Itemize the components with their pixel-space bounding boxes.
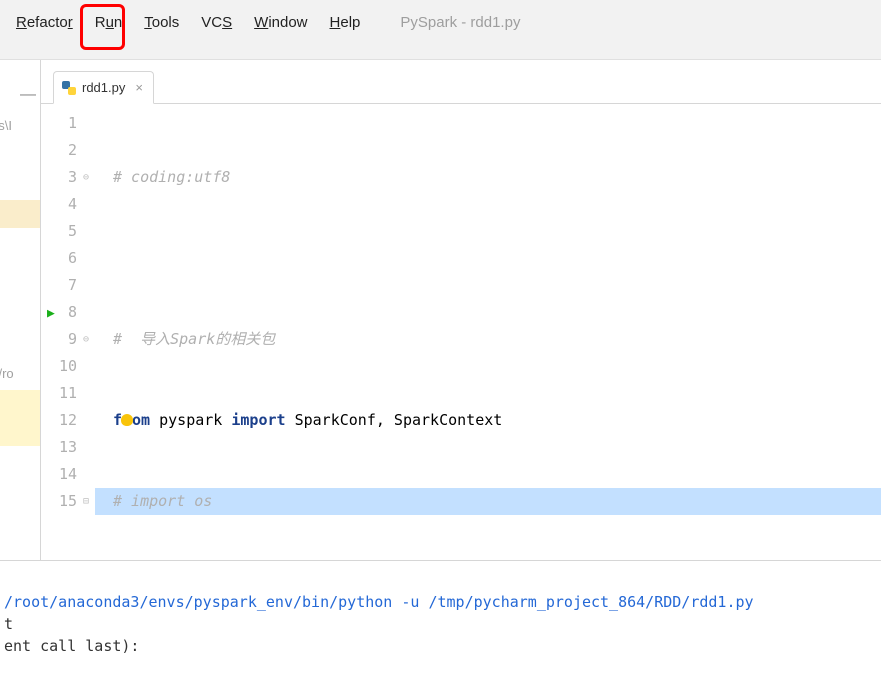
line-number: 7 [41,272,77,299]
app-title: PySpark - rdd1.py [400,8,520,31]
url-fragment: p://ro [0,366,14,381]
terminal-output: t [4,615,13,633]
tab-label: rdd1.py [82,80,125,95]
line-number: 10 [41,353,77,380]
line-number: 4 [41,191,77,218]
menu-bar: Refactor Run Tools VCS Window Help PySpa… [0,0,881,60]
code-line: ⊟# import os [95,488,881,515]
line-number: 6 [41,245,77,272]
tab-rdd1[interactable]: rdd1.py × [53,71,154,104]
terminal-command: /root/anaconda3/envs/pyspark_env/bin/pyt… [4,593,754,611]
fold-icon[interactable]: ⊖ [83,164,89,191]
line-number: 3 [41,164,77,191]
run-tool-window[interactable]: /root/anaconda3/envs/pyspark_env/bin/pyt… [0,560,881,665]
bookmark-marker [0,200,40,228]
terminal-output: ent call last): [4,637,139,655]
collapse-icon[interactable]: — [20,86,36,104]
line-number: 15 [41,488,77,515]
line-number: 9 [41,326,77,353]
line-number: 2 [41,137,77,164]
menu-refactor[interactable]: Refactor [6,8,83,37]
run-gutter-icon[interactable]: ▶ [47,300,55,327]
line-number: 12 [41,407,77,434]
code-editor[interactable]: ▶ 1 2 3 4 5 6 7 8 9 10 11 12 13 14 15 ⊖#… [41,104,881,560]
code-line: fom pyspark import SparkConf, SparkConte… [95,407,881,434]
line-number: 14 [41,461,77,488]
code-line [95,245,881,272]
editor: rdd1.py × ▶ 1 2 3 4 5 6 7 8 9 10 11 12 1… [40,60,881,560]
code-line: ⊖# coding:utf8 [95,164,881,191]
main-area: — jects\I p://ro rdd1.py × ▶ 1 2 3 4 5 6… [0,60,881,560]
left-sidebar: — jects\I p://ro [0,60,40,560]
fold-icon[interactable]: ⊟ [83,488,89,515]
line-number: 13 [41,434,77,461]
menu-window[interactable]: Window [244,8,317,37]
code-line: ⊖# 导入Spark的相关包 [95,326,881,353]
python-file-icon [62,81,76,95]
selection-marker [0,390,40,446]
menu-help[interactable]: Help [320,8,371,37]
menu-vcs[interactable]: VCS [191,8,242,37]
code-content[interactable]: ⊖# coding:utf8 ⊖# 导入Spark的相关包 fom pyspar… [95,104,881,560]
close-icon[interactable]: × [135,80,143,95]
line-number: 1 [41,110,77,137]
breadcrumb-fragment: jects\I [0,118,12,133]
menu-tools[interactable]: Tools [134,8,189,37]
tab-bar: rdd1.py × [41,60,881,104]
line-number: 5 [41,218,77,245]
line-number: 11 [41,380,77,407]
intention-bulb-icon[interactable] [121,414,133,426]
menu-run[interactable]: Run [85,8,133,37]
fold-icon[interactable]: ⊖ [83,326,89,353]
